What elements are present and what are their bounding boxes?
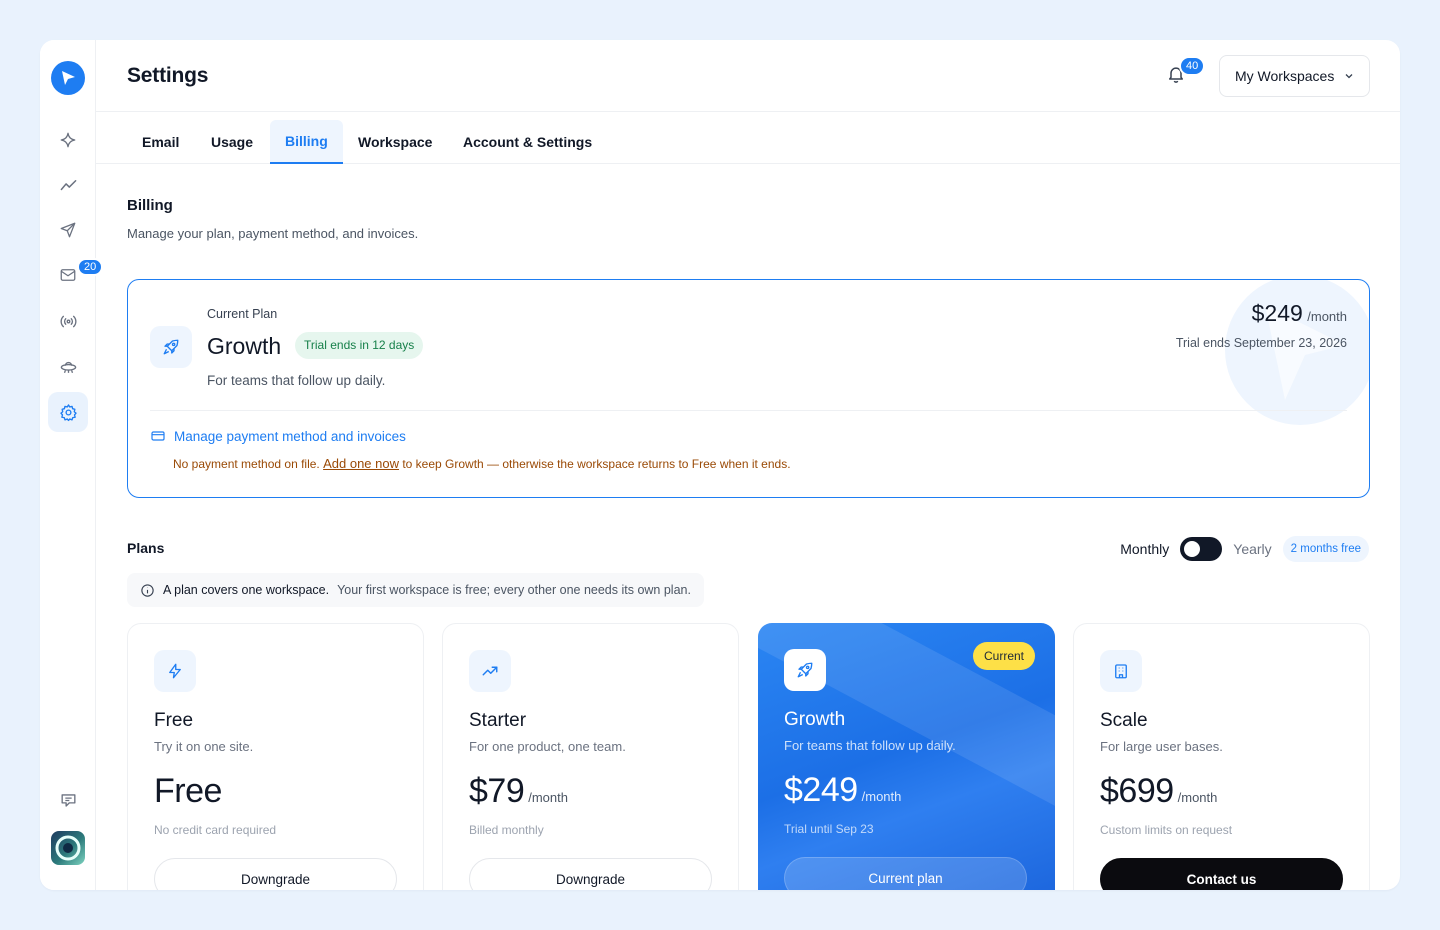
plan-description: For teams that follow up daily. (784, 738, 956, 753)
plan-price: $249/month (784, 771, 901, 810)
current-plan-description: For teams that follow up daily. (207, 373, 386, 388)
rocket-icon (150, 326, 192, 368)
plan-price: $79/month (469, 772, 568, 811)
sidebar-item-sparkle[interactable] (48, 120, 88, 160)
current-plan-button[interactable]: Current plan (784, 857, 1027, 890)
plan-card-scale: Scale For large user bases. $699/month C… (1073, 623, 1370, 890)
payment-warning: No payment method on file. Add one now t… (173, 456, 791, 471)
ufo-icon (60, 361, 76, 373)
manage-payment-link[interactable]: Manage payment method and invoices (150, 428, 406, 444)
plan-card-starter: Starter For one product, one team. $79/m… (442, 623, 739, 890)
plan-card-growth: Current Growth For teams that follow up … (758, 623, 1055, 890)
downgrade-starter-button[interactable]: Downgrade (469, 858, 712, 890)
current-plan-label: Current Plan (207, 307, 278, 321)
plan-price-period: /month (861, 789, 902, 804)
sidebar-item-settings[interactable] (48, 392, 88, 432)
notification-count-badge: 40 (1179, 56, 1206, 76)
plan-meta: Billed monthly (469, 823, 544, 837)
plan-price-amount: $699 (1100, 772, 1174, 810)
gear-icon (59, 403, 77, 421)
current-plan-price-amount: $249 (1251, 300, 1303, 326)
chevron-down-icon (1345, 74, 1353, 79)
app-window: 20 Settings 40 My Workspaces Email Usage… (40, 40, 1400, 890)
plan-price-amount: $249 (784, 771, 858, 809)
logo-icon[interactable] (51, 61, 85, 95)
plan-name: Free (154, 710, 194, 731)
current-badge: Current (972, 642, 1035, 670)
sidebar-item-inbox[interactable]: 20 (48, 255, 104, 295)
plan-card-free: Free Try it on one site. Free No credit … (127, 623, 424, 890)
yearly-label[interactable]: Yearly (1233, 541, 1271, 557)
trial-end-date: Trial ends September 23, 2026 (1175, 336, 1347, 350)
plan-price-period: /month (528, 790, 568, 805)
mail-icon (60, 269, 76, 281)
plan-meta: No credit card required (154, 823, 277, 837)
plans-title: Plans (127, 540, 165, 556)
payment-warning-text: No payment method on file. (173, 457, 320, 471)
plan-info-note-bold: A plan covers one workspace. (163, 583, 330, 597)
paper-plane-icon (60, 222, 76, 238)
sidebar-item-send[interactable] (48, 210, 88, 250)
avatar[interactable] (51, 831, 85, 865)
tab-billing[interactable]: Billing (270, 120, 343, 164)
current-plan-name: Growth (207, 333, 282, 359)
trial-badge: Trial ends in 12 days (295, 332, 424, 359)
header: Settings 40 My Workspaces (96, 40, 1400, 112)
credit-card-icon (151, 431, 165, 441)
plan-price-amount: Free (154, 772, 222, 810)
plan-price-period: /month (1177, 790, 1218, 805)
billing-period-toggle: Monthly Yearly 2 months free (1120, 536, 1369, 562)
workspace-select[interactable]: My Workspaces (1219, 55, 1370, 97)
plan-meta: Trial until Sep 23 (784, 822, 874, 836)
plan-price: Free (154, 772, 222, 811)
plan-name: Growth (784, 709, 846, 730)
sidebar-item-broadcast[interactable] (48, 301, 88, 341)
trend-icon (60, 179, 76, 190)
sidebar-item-feedback[interactable] (48, 780, 88, 820)
current-plan-price: $249 /month (1252, 300, 1347, 327)
monthly-label[interactable]: Monthly (1120, 541, 1169, 557)
tab-email[interactable]: Email (127, 120, 194, 164)
broadcast-icon (59, 315, 77, 327)
downgrade-free-button[interactable]: Downgrade (154, 858, 397, 890)
plan-description: Try it on one site. (154, 739, 254, 754)
add-payment-link[interactable]: Add one now (323, 456, 399, 471)
inbox-badge: 20 (77, 258, 104, 276)
divider (150, 410, 1347, 411)
billing-period-switch[interactable] (1180, 537, 1223, 561)
settings-tabs: Email Usage Billing Workspace Account & … (96, 112, 1400, 164)
page-title: Settings (127, 64, 209, 87)
billing-subtitle: Manage your plan, payment method, and in… (127, 226, 419, 241)
plan-name: Starter (469, 710, 527, 731)
plan-info-note-text: Your first workspace is free; every othe… (337, 583, 691, 597)
trend-up-icon (469, 650, 511, 692)
sidebar: 20 (40, 40, 104, 890)
sidebar-item-analytics[interactable] (48, 165, 88, 205)
current-plan-card: Current Plan Growth Trial ends in 12 day… (127, 279, 1370, 498)
plan-price: $699/month (1100, 772, 1217, 811)
manage-payment-link-label: Manage payment method and invoices (174, 428, 406, 444)
plan-info-note: A plan covers one workspace. Your first … (127, 573, 704, 607)
rocket-icon (784, 649, 826, 691)
tab-workspace[interactable]: Workspace (343, 120, 447, 164)
plan-name: Scale (1100, 710, 1148, 731)
bolt-icon (154, 650, 196, 692)
billing-title: Billing (127, 197, 173, 214)
building-icon (1100, 650, 1142, 692)
plan-price-amount: $79 (469, 772, 525, 810)
tab-account-settings[interactable]: Account & Settings (448, 120, 607, 164)
current-plan-price-period: /month (1307, 309, 1347, 324)
plan-meta: Custom limits on request (1100, 823, 1233, 837)
payment-warning-suffix: to keep Growth — otherwise the workspace… (402, 457, 791, 471)
info-icon (141, 583, 154, 597)
sidebar-item-integrations[interactable] (48, 346, 88, 386)
yearly-promo-badge: 2 months free (1282, 536, 1369, 562)
workspace-select-label: My Workspaces (1235, 68, 1335, 84)
plan-description: For large user bases. (1100, 739, 1223, 754)
plan-description: For one product, one team. (469, 739, 626, 754)
sparkle-icon (60, 132, 76, 148)
tab-usage[interactable]: Usage (196, 120, 268, 164)
chat-edit-icon (60, 793, 76, 807)
contact-us-button[interactable]: Contact us (1100, 858, 1343, 890)
